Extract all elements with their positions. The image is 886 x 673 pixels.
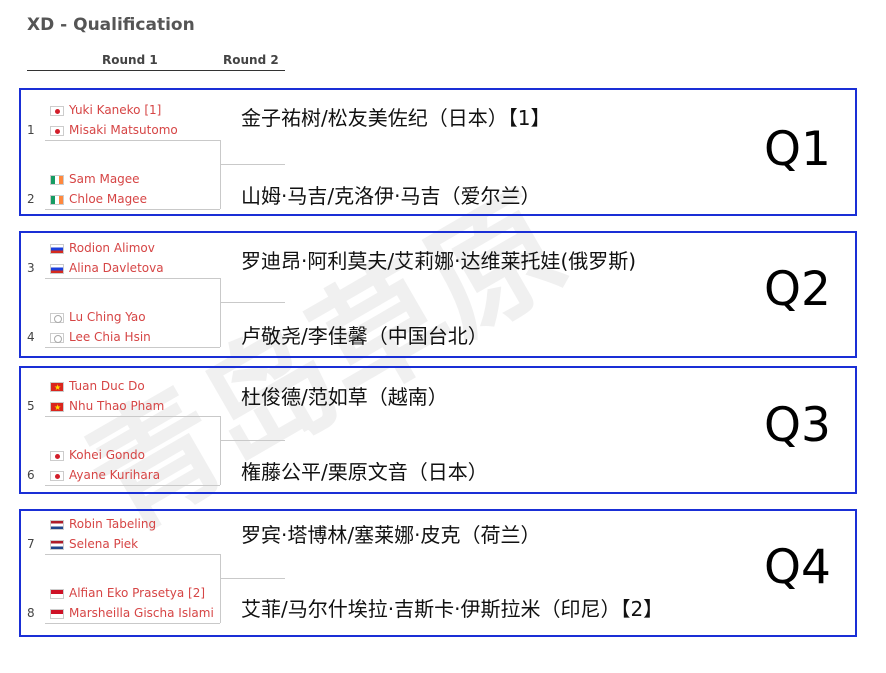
qualifier-label: Q3 <box>764 398 831 453</box>
indonesia-flag-icon <box>50 608 64 619</box>
bracket-line <box>220 416 221 485</box>
bracket-line <box>45 623 220 624</box>
seed-number: 5 <box>27 399 35 413</box>
cn-pair-top: 杜俊德/范如草（越南） <box>241 385 448 409</box>
seed-number: 7 <box>27 537 35 551</box>
seed-number: 1 <box>27 123 35 137</box>
cn-pair-bottom: 艾菲/马尔什埃拉·吉斯卡·伊斯拉米（印尼）【2】 <box>241 597 664 621</box>
russia-flag-icon <box>50 263 64 274</box>
bracket-line <box>45 278 220 279</box>
russia-flag-icon <box>50 243 64 254</box>
netherlands-flag-icon <box>50 539 64 550</box>
player-name[interactable]: Lee Chia Hsin <box>50 329 151 345</box>
netherlands-flag-icon <box>50 519 64 530</box>
vietnam-flag-icon <box>50 380 64 396</box>
player-name[interactable]: Kohei Gondo <box>50 447 145 463</box>
ireland-flag-icon <box>50 174 64 185</box>
player-name[interactable]: Marsheilla Gischa Islami <box>50 605 214 621</box>
player-name[interactable]: Ayane Kurihara <box>50 467 160 483</box>
cn-pair-bottom: 山姆·马吉/克洛伊·马吉（爱尔兰） <box>241 184 541 208</box>
bracket-line <box>45 416 220 417</box>
japan-flag-icon <box>50 470 64 481</box>
qualifier-label: Q4 <box>764 540 831 595</box>
bracket-line <box>220 554 221 623</box>
seed-number: 6 <box>27 468 35 482</box>
cn-pair-bottom: 卢敬尧/李佳馨（中国台北） <box>241 324 488 348</box>
bracket-line <box>45 554 220 555</box>
player-name[interactable]: Lu Ching Yao <box>50 309 146 325</box>
page-title: XD - Qualification <box>27 15 195 35</box>
player-name[interactable]: Nhu Thao Pham <box>50 398 164 416</box>
seed-number: 8 <box>27 606 35 620</box>
round-1-header: Round 1 <box>102 53 158 67</box>
bracket-line <box>220 302 285 303</box>
cn-pair-bottom: 権藤公平/栗原文音（日本） <box>241 460 488 484</box>
chinese-taipei-flag-icon <box>50 332 64 343</box>
cn-pair-top: 金子祐树/松友美佐纪（日本）【1】 <box>241 106 551 130</box>
player-name[interactable]: Robin Tabeling <box>50 516 156 532</box>
bracket-line <box>45 209 220 210</box>
bracket-line <box>220 440 285 441</box>
bracket-line <box>45 140 220 141</box>
japan-flag-icon <box>50 450 64 461</box>
bracket-line <box>220 578 285 579</box>
qualifier-label: Q2 <box>764 262 831 317</box>
seed-number: 4 <box>27 330 35 344</box>
bracket-line <box>220 278 221 347</box>
player-name[interactable]: Yuki Kaneko [1] <box>50 102 161 118</box>
bracket-line <box>45 485 220 486</box>
player-name[interactable]: Tuan Duc Do <box>50 378 145 396</box>
indonesia-flag-icon <box>50 588 64 599</box>
cn-pair-top: 罗迪昂·阿利莫夫/艾莉娜·达维莱托娃(俄罗斯) <box>241 249 637 273</box>
player-name[interactable]: Selena Piek <box>50 536 138 552</box>
player-name[interactable]: Rodion Alimov <box>50 240 155 256</box>
chinese-taipei-flag-icon <box>50 312 64 323</box>
player-name[interactable]: Sam Magee <box>50 171 140 187</box>
bracket-line <box>220 164 285 165</box>
bracket-line <box>220 140 221 209</box>
japan-flag-icon <box>50 105 64 116</box>
player-name[interactable]: Misaki Matsutomo <box>50 122 178 138</box>
round-2-header: Round 2 <box>223 53 279 67</box>
bracket-line <box>45 347 220 348</box>
header-divider <box>27 70 285 71</box>
seed-number: 2 <box>27 192 35 206</box>
ireland-flag-icon <box>50 194 64 205</box>
vietnam-flag-icon <box>50 400 64 416</box>
japan-flag-icon <box>50 125 64 136</box>
player-name[interactable]: Alfian Eko Prasetya [2] <box>50 585 205 601</box>
cn-pair-top: 罗宾·塔博林/塞莱娜·皮克（荷兰） <box>241 523 541 547</box>
seed-number: 3 <box>27 261 35 275</box>
player-name[interactable]: Alina Davletova <box>50 260 164 276</box>
player-name[interactable]: Chloe Magee <box>50 191 147 207</box>
qualifier-label: Q1 <box>764 122 831 177</box>
